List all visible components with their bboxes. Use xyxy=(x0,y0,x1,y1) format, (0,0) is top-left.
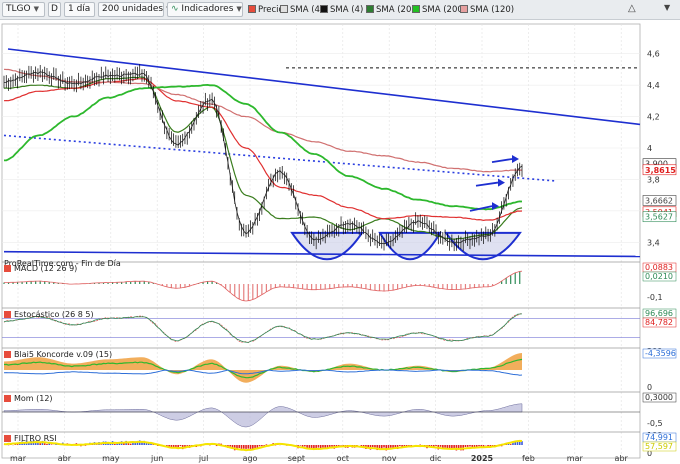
indicator-value-label: 74,991 xyxy=(645,433,673,442)
units-label: 200 unidades xyxy=(102,4,164,14)
legend-item-3[interactable]: SMA (20) xyxy=(366,4,415,16)
x-tick-label: sept xyxy=(288,454,305,463)
daily-badge[interactable]: D xyxy=(48,2,61,17)
legend-item-0[interactable]: Precio xyxy=(248,4,284,16)
legend-swatch xyxy=(460,5,468,13)
y-tick-label: 4,2 xyxy=(647,113,660,122)
chevron-down-icon: ▼ xyxy=(33,5,39,13)
panel-title: Estocástico (26 8 5) xyxy=(14,310,94,319)
x-tick-label: abr xyxy=(615,454,629,463)
legend-item-2[interactable]: SMA (4) xyxy=(320,4,363,16)
indicator-value-label: 57,597 xyxy=(645,442,673,451)
chart-area: ProRealTime.com - Fin de Día MACD (12 26… xyxy=(1,23,676,463)
indicator-value-label: -4,3596 xyxy=(645,349,676,358)
panel-icon xyxy=(4,395,11,402)
alert-icon[interactable]: △ xyxy=(628,3,636,14)
macd-signal-line xyxy=(4,270,523,302)
indicator-y-tick: -0,5 xyxy=(647,419,663,428)
x-tick-label: ago xyxy=(243,454,258,463)
y-tick-label: 4 xyxy=(647,144,652,153)
indicator-panels: MACD (12 26 9) Estocástico (26 8 5) Blai5 … xyxy=(2,264,640,452)
value-label: 3,8615 xyxy=(645,166,676,175)
y-tick-label: 4,6 xyxy=(647,50,660,59)
value-label: 3,6662 xyxy=(645,196,673,205)
legend-item-5[interactable]: SMA (120) xyxy=(460,4,514,16)
x-tick-label: 2025 xyxy=(471,454,494,463)
x-tick-label: jun xyxy=(150,454,163,463)
x-tick-label: dic xyxy=(430,454,442,463)
price-panel: ProRealTime.com - Fin de Día xyxy=(3,48,641,268)
panel-icon xyxy=(4,435,11,442)
ma-line-1 xyxy=(3,78,523,222)
legend-swatch xyxy=(248,5,256,13)
ticker-selector[interactable]: TLGO ▼ xyxy=(2,2,45,17)
ma-line-2 xyxy=(3,68,522,173)
panel-title: Blai5 Koncorde v.09 (15) xyxy=(14,350,112,359)
x-tick-label: feb xyxy=(522,454,535,463)
rounded-bottom-shape xyxy=(290,231,364,261)
timeframe-label: 1 día xyxy=(68,4,91,14)
arrow-head xyxy=(512,155,519,163)
annotation-arrow xyxy=(475,181,499,187)
menu-chevron-icon[interactable]: ▼ xyxy=(664,3,670,12)
legend-swatch xyxy=(412,5,420,13)
y-tick-label: 3,8 xyxy=(647,175,660,184)
legend-label: SMA (20) xyxy=(376,5,415,15)
indicator-value-label: 0,3000 xyxy=(645,393,673,402)
indicator-y-tick: 0 xyxy=(647,383,652,392)
toolbar: TLGO▼ D 1 día 200 unidades▼ ∿ Indicadore… xyxy=(0,0,680,20)
x-tick-label: jul xyxy=(198,454,209,463)
descending-trendline xyxy=(7,48,641,126)
indicators-button[interactable]: ∿ Indicadores ▼ xyxy=(167,2,243,17)
legend-swatch xyxy=(280,5,288,13)
x-tick-label: mar xyxy=(10,454,27,463)
value-label: 3,5627 xyxy=(645,213,673,222)
legend-label: SMA (4) xyxy=(330,5,364,15)
units-selector[interactable]: 200 unidades▼ xyxy=(98,2,172,17)
x-tick-label: oct xyxy=(337,454,349,463)
legend-label: SMA (120) xyxy=(470,5,515,15)
indicator-value-label: 0,0883 xyxy=(645,263,673,272)
annotation-arrow xyxy=(491,158,513,164)
indicators-label: Indicadores xyxy=(181,4,234,14)
panel-icon xyxy=(4,351,11,358)
indicator-y-tick: -0,1 xyxy=(647,293,663,302)
ticker-label: TLGO xyxy=(6,4,31,14)
y-tick-label: 4,4 xyxy=(647,81,660,90)
x-tick-label: mar xyxy=(567,454,584,463)
panel-icon xyxy=(4,265,11,272)
indicator-value-label: 96,696 xyxy=(645,309,673,318)
arrow-head xyxy=(498,178,505,187)
legend-swatch xyxy=(320,5,328,13)
panel-title: FILTRO RSI xyxy=(14,434,57,443)
indicator-value-label: 0,0210 xyxy=(645,272,673,281)
momentum-area xyxy=(3,403,523,428)
chevron-down-icon: ▼ xyxy=(236,5,242,13)
sma4-line xyxy=(3,71,523,245)
panel-title: Mom (12) xyxy=(14,394,53,403)
timeframe-selector[interactable]: 1 día xyxy=(64,2,95,17)
indicators-icon: ∿ xyxy=(171,4,179,14)
panel-title: MACD (12 26 9) xyxy=(14,264,77,273)
legend-item-4[interactable]: SMA (200) xyxy=(412,4,466,16)
daily-badge-label: D xyxy=(51,4,58,14)
y-tick-label: 3,4 xyxy=(647,238,660,247)
x-tick-label: may xyxy=(102,454,120,463)
legend-swatch xyxy=(366,5,374,13)
x-tick-label: abr xyxy=(58,454,72,463)
panel-icon xyxy=(4,311,11,318)
indicator-value-label: 84,782 xyxy=(645,318,673,327)
ma-line-3 xyxy=(3,83,523,211)
x-tick-label: nov xyxy=(382,454,397,463)
